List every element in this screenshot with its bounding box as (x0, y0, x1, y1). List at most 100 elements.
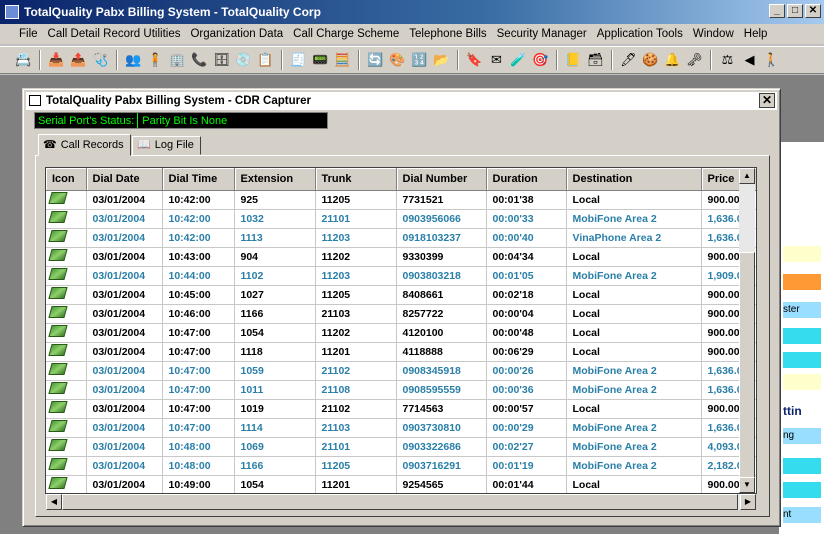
menu-organization-data[interactable]: Organization Data (185, 24, 288, 44)
toolbar-icon[interactable]: 🎨 (388, 50, 407, 70)
menu-call-charge-scheme[interactable]: Call Charge Scheme (288, 24, 404, 44)
scroll-thumb[interactable] (62, 494, 738, 510)
toolbar-icon[interactable]: 🍪 (641, 50, 660, 70)
cdr-window-title-bar[interactable]: TotalQuality Pabx Billing System - CDR C… (26, 92, 777, 110)
toolbar-separator (457, 50, 459, 70)
toolbar-icon[interactable]: 🖊 (619, 50, 638, 70)
toolbar-icon[interactable]: 📤 (69, 50, 88, 70)
toolbar-icon[interactable]: 🔔 (663, 50, 682, 70)
toolbar-icon[interactable]: ✉ (487, 50, 506, 70)
tab-call-records[interactable]: ☎ Call Records (38, 134, 131, 156)
toolbar-icon[interactable]: 📇 (14, 50, 33, 70)
toolbar-icon[interactable]: 🧾 (289, 50, 308, 70)
toolbar-icon[interactable]: 💿 (234, 50, 253, 70)
toolbar-icon[interactable]: 🔄 (366, 50, 385, 70)
toolbar-icon[interactable]: 📋 (256, 50, 275, 70)
serial-status-value: Parity Bit Is None (142, 115, 228, 127)
column-header-dial-time[interactable]: Dial Time (162, 168, 235, 191)
table-row[interactable]: 03/01/2004 10:47:00 1059 21102 0908345918 00:… (46, 361, 756, 381)
cell-number: 9254565 (396, 475, 487, 493)
cell-time: 10:47:00 (162, 418, 235, 438)
scroll-up-button[interactable]: ▲ (739, 168, 755, 184)
tab-label: Log File (154, 139, 194, 151)
menu-file[interactable]: File (14, 24, 43, 44)
cell-ext: 1118 (234, 342, 316, 362)
cell-trunk: 11203 (315, 228, 397, 248)
table-row[interactable]: 03/01/2004 10:47:00 1011 21108 0908595559 00:… (46, 380, 756, 400)
toolbar-icon[interactable]: ◀ (740, 50, 759, 70)
row-icon-cell (46, 323, 87, 343)
table-row[interactable]: 03/01/2004 10:43:00 904 11202 9330399 00:04'3… (46, 247, 756, 267)
column-header-destination[interactable]: Destination (566, 168, 702, 191)
scroll-right-button[interactable]: ▶ (740, 494, 756, 510)
toolbar-icon[interactable]: 🩺 (91, 50, 110, 70)
toolbar-icon[interactable]: 🔖 (465, 50, 484, 70)
column-header-duration[interactable]: Duration (486, 168, 567, 191)
column-header-dial-date[interactable]: Dial Date (86, 168, 163, 191)
menu-call-detail-record-utilities[interactable]: Call Detail Record Utilities (43, 24, 186, 44)
table-row[interactable]: 03/01/2004 10:48:00 1166 11205 0903716291 00:… (46, 456, 756, 476)
toolbar-icon[interactable]: 📂 (432, 50, 451, 70)
toolbar-icon[interactable]: 🏢 (168, 50, 187, 70)
toolbar-icon[interactable]: 🔢 (410, 50, 429, 70)
telephone-icon: ☎ (43, 138, 57, 151)
app-title-bar[interactable]: TotalQuality Pabx Billing System - Total… (0, 0, 824, 24)
table-row[interactable]: 03/01/2004 10:47:00 1114 21103 0903730810 00:… (46, 418, 756, 438)
maximize-button[interactable]: □ (787, 4, 803, 18)
menu-help[interactable]: Help (739, 24, 773, 44)
toolbar-icon[interactable]: 👥 (124, 50, 143, 70)
toolbar-icon[interactable]: ⚖ (718, 50, 737, 70)
tab-log-file[interactable]: 📖 Log File (132, 136, 201, 155)
toolbar-icon[interactable]: 🧍 (146, 50, 165, 70)
column-header-extension[interactable]: Extension (234, 168, 316, 191)
column-header-dial-number[interactable]: Dial Number (396, 168, 487, 191)
table-row[interactable]: 03/01/2004 10:47:00 1118 11201 4118888 00:06'… (46, 342, 756, 362)
toolbar-icon[interactable]: 🚶 (762, 50, 781, 70)
minimize-button[interactable]: _ (769, 4, 785, 18)
column-header-icon[interactable]: Icon (46, 168, 87, 191)
close-icon[interactable]: ✕ (759, 93, 775, 108)
toolbar-separator (116, 50, 118, 70)
cell-dest: Local (566, 190, 702, 210)
scroll-left-button[interactable]: ◀ (46, 494, 62, 510)
table-row[interactable]: 03/01/2004 10:46:00 1166 21103 8257722 00:00'… (46, 304, 756, 324)
toolbar-icon[interactable]: 🗝 (685, 50, 704, 70)
table-row[interactable]: 03/01/2004 10:48:00 1069 21101 0903322686 00:… (46, 437, 756, 457)
table-row[interactable]: 03/01/2004 10:49:00 1054 11201 9254565 00:01'… (46, 475, 756, 493)
toolbar-icon[interactable]: 📒 (564, 50, 583, 70)
cell-number: 7714563 (396, 399, 487, 419)
toolbar-icon[interactable]: 🎯 (531, 50, 550, 70)
horizontal-scrollbar[interactable]: ◀ ▶ (46, 494, 756, 510)
menu-application-tools[interactable]: Application Tools (592, 24, 688, 44)
table-row[interactable]: 03/01/2004 10:45:00 1027 11205 8408661 00:02'… (46, 285, 756, 305)
row-icon-cell (46, 285, 87, 305)
toolbar-icon[interactable]: 🧮 (333, 50, 352, 70)
menu-security-manager[interactable]: Security Manager (492, 24, 592, 44)
cell-trunk: 21103 (315, 304, 397, 324)
toolbar-icon[interactable]: 🗃 (586, 50, 605, 70)
table-row[interactable]: 03/01/2004 10:42:00 925 11205 7731521 00:01'3… (46, 190, 756, 210)
close-button[interactable]: ✕ (805, 4, 821, 18)
panel-text: ng (783, 430, 795, 441)
toolbar-icon[interactable]: 🗄 (212, 50, 231, 70)
scroll-thumb[interactable] (739, 252, 755, 482)
toolbar-icon[interactable]: 📥 (47, 50, 66, 70)
row-icon-cell (46, 456, 87, 476)
cell-ext: 1166 (234, 304, 316, 324)
toolbar-icon[interactable]: 🧪 (509, 50, 528, 70)
table-row[interactable]: 03/01/2004 10:47:00 1019 21102 7714563 00:00'… (46, 399, 756, 419)
toolbar-icon[interactable]: 📟 (311, 50, 330, 70)
scroll-down-button[interactable]: ▼ (739, 477, 755, 493)
table-row[interactable]: 03/01/2004 10:44:00 1102 11203 0903803218 00:… (46, 266, 756, 286)
toolbar-separator (39, 50, 41, 70)
toolbar-icon[interactable]: 📞 (190, 50, 209, 70)
money-icon (48, 401, 68, 413)
menu-window[interactable]: Window (688, 24, 739, 44)
table-row[interactable]: 03/01/2004 10:47:00 1054 11202 4120100 00:00'… (46, 323, 756, 343)
table-row[interactable]: 03/01/2004 10:42:00 1032 21101 0903956066 00:… (46, 209, 756, 229)
vertical-scrollbar[interactable]: ▲ ▼ (739, 168, 755, 493)
table-row[interactable]: 03/01/2004 10:42:00 1113 11203 0918103237 00:… (46, 228, 756, 248)
column-header-trunk[interactable]: Trunk (315, 168, 397, 191)
cell-ext: 925 (234, 190, 316, 210)
menu-telephone-bills[interactable]: Telephone Bills (404, 24, 491, 44)
